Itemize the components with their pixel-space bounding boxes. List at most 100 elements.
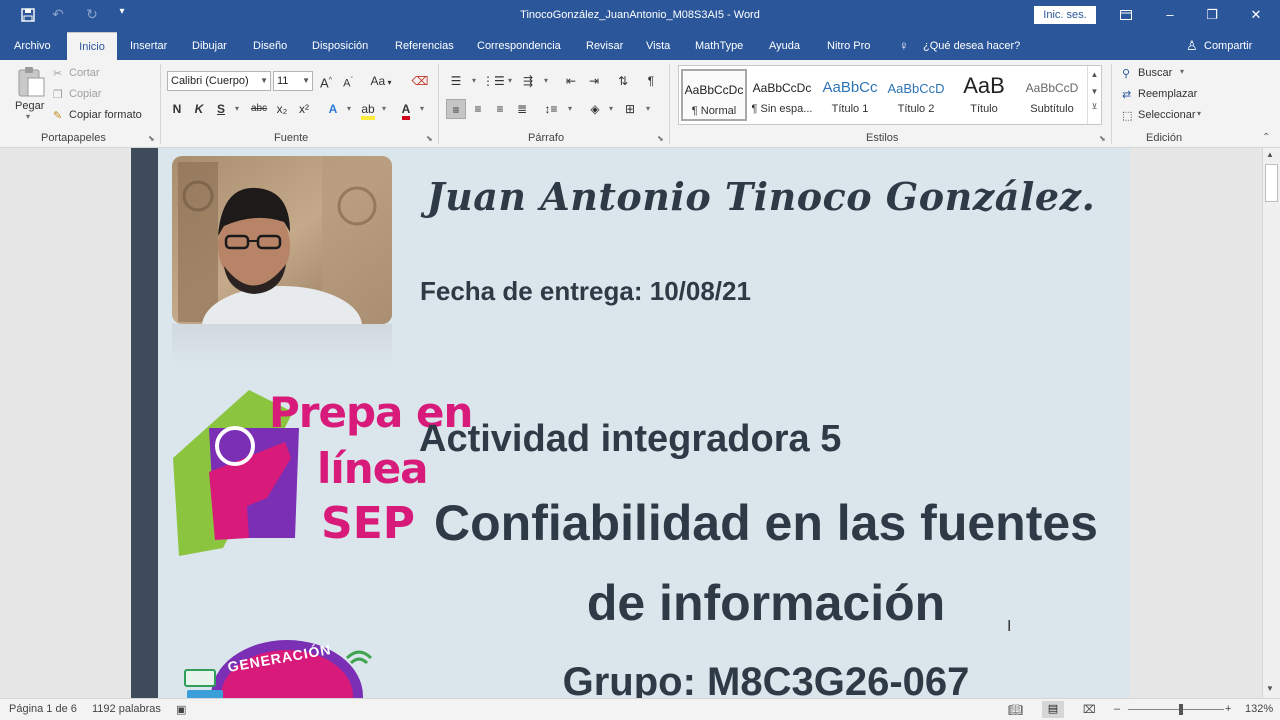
- vertical-scrollbar[interactable]: ▲ ▼: [1262, 148, 1280, 698]
- replace-button[interactable]: Reemplazar: [1138, 88, 1197, 100]
- sign-in-button[interactable]: Inic. ses.: [1034, 6, 1096, 24]
- collapse-ribbon-icon[interactable]: ⌃: [1262, 132, 1270, 143]
- shrink-font-button[interactable]: Aˇ: [338, 71, 358, 91]
- chevron-up-icon[interactable]: ▲: [1088, 70, 1101, 79]
- paragraph-launcher-icon[interactable]: ⬊: [657, 134, 664, 143]
- style-normal[interactable]: AaBbCcDc ¶ Normal: [681, 69, 747, 121]
- align-center-icon[interactable]: ≡: [468, 99, 488, 119]
- chevron-down-icon[interactable]: ▼: [1088, 87, 1101, 96]
- zoom-in-icon[interactable]: +: [1225, 703, 1231, 715]
- tab-disposicion[interactable]: Disposición: [312, 32, 368, 60]
- word-count[interactable]: 1192 palabras: [92, 703, 161, 715]
- select-button[interactable]: Seleccionar: [1138, 109, 1195, 121]
- font-name-combo[interactable]: Calibri (Cuerpo) ▼: [167, 71, 271, 91]
- borders-dropdown-icon[interactable]: ▾: [638, 99, 658, 119]
- font-color-dropdown-icon[interactable]: ▾: [412, 99, 432, 119]
- ribbon-display-options-icon[interactable]: [1112, 4, 1140, 26]
- read-mode-icon[interactable]: 📖︎: [1008, 703, 1023, 717]
- sort-icon[interactable]: ⇅: [613, 71, 633, 91]
- pilcrow-icon[interactable]: ¶: [641, 71, 661, 91]
- multilevel-dropdown-icon[interactable]: ▾: [536, 71, 556, 91]
- change-case-button[interactable]: Aa ▾: [366, 71, 396, 91]
- group-code[interactable]: Grupo: M8C3G26-067: [421, 660, 1111, 698]
- zoom-slider-thumb[interactable]: [1179, 704, 1183, 715]
- superscript-button[interactable]: x²: [294, 99, 314, 119]
- styles-launcher-icon[interactable]: ⬊: [1099, 134, 1106, 143]
- author-photo[interactable]: [172, 156, 392, 324]
- tab-revisar[interactable]: Revisar: [586, 32, 623, 60]
- style-heading-2[interactable]: AaBbCcD Título 2: [883, 69, 949, 121]
- multilevel-list-icon[interactable]: ⇶: [518, 71, 538, 91]
- style-title[interactable]: AaB Título: [951, 69, 1017, 121]
- tab-referencias[interactable]: Referencias: [395, 32, 454, 60]
- underline-dropdown-icon[interactable]: ▾: [227, 99, 247, 119]
- tab-ayuda[interactable]: Ayuda: [769, 32, 800, 60]
- document-title-line1[interactable]: Confiabilidad en las fuentes: [421, 494, 1111, 552]
- tab-nitro-pro[interactable]: Nitro Pro: [827, 32, 870, 60]
- style-heading-1[interactable]: AaBbCc Título 1: [817, 69, 883, 121]
- close-icon[interactable]: ✕: [1242, 4, 1270, 26]
- document-page[interactable]: Juan Antonio Tinoco González. Fecha de e…: [131, 148, 1130, 698]
- tab-diseno[interactable]: Diseño: [253, 32, 287, 60]
- minimize-icon[interactable]: –: [1156, 4, 1184, 26]
- tab-mathtype[interactable]: MathType: [695, 32, 743, 60]
- text-effects-dropdown-icon[interactable]: ▾: [339, 99, 359, 119]
- align-left-icon[interactable]: ≡: [446, 99, 466, 119]
- bullets-icon[interactable]: ☰: [446, 71, 466, 91]
- increase-indent-icon[interactable]: ⇥: [584, 71, 604, 91]
- style-no-spacing[interactable]: AaBbCcDc ¶ Sin espa...: [749, 69, 815, 121]
- print-layout-icon[interactable]: ▤: [1042, 701, 1064, 718]
- align-right-icon[interactable]: ≡: [490, 99, 510, 119]
- zoom-level[interactable]: 132%: [1245, 703, 1273, 715]
- italic-button[interactable]: K: [189, 99, 209, 119]
- clear-formatting-icon[interactable]: ⌫: [410, 71, 430, 91]
- tab-vista[interactable]: Vista: [646, 32, 670, 60]
- decrease-indent-icon[interactable]: ⇤: [561, 71, 581, 91]
- tab-dibujar[interactable]: Dibujar: [192, 32, 227, 60]
- font-launcher-icon[interactable]: ⬊: [426, 134, 433, 143]
- styles-scroll[interactable]: ▲ ▼ ⊻: [1087, 66, 1101, 124]
- proofing-icon[interactable]: ▣: [176, 703, 186, 716]
- paste-button[interactable]: Pegar: [15, 100, 44, 112]
- tell-me-search[interactable]: ¿Qué desea hacer?: [923, 32, 1020, 60]
- clipboard-launcher-icon[interactable]: ⬊: [148, 134, 155, 143]
- scroll-thumb[interactable]: [1265, 164, 1278, 202]
- cut-button[interactable]: Cortar: [69, 67, 100, 79]
- shading-dropdown-icon[interactable]: ▾: [601, 99, 621, 119]
- style-subtitle[interactable]: AaBbCcD Subtítulo: [1019, 69, 1085, 121]
- tab-inicio[interactable]: Inicio: [67, 32, 117, 60]
- bold-button[interactable]: N: [167, 99, 187, 119]
- format-painter-button[interactable]: Copiar formato: [69, 109, 142, 121]
- find-dropdown-icon[interactable]: ▾: [1180, 67, 1184, 76]
- numbering-icon[interactable]: ⋮☰: [482, 71, 505, 91]
- grow-font-button[interactable]: A^: [316, 71, 336, 91]
- line-spacing-icon[interactable]: ↕≡: [541, 99, 561, 119]
- tab-archivo[interactable]: Archivo: [14, 32, 51, 60]
- strikethrough-button[interactable]: abc: [249, 99, 269, 119]
- numbering-dropdown-icon[interactable]: ▾: [500, 71, 520, 91]
- bullets-dropdown-icon[interactable]: ▾: [464, 71, 484, 91]
- share-button[interactable]: Compartir: [1204, 32, 1252, 60]
- restore-icon[interactable]: ❐: [1198, 4, 1226, 26]
- subscript-button[interactable]: x₂: [272, 99, 292, 119]
- author-name[interactable]: Juan Antonio Tinoco González.: [421, 174, 1101, 219]
- tab-correspondencia[interactable]: Correspondencia: [477, 32, 561, 60]
- copy-button[interactable]: Copiar: [69, 88, 101, 100]
- activity-title[interactable]: Actividad integradora 5: [419, 418, 841, 461]
- highlight-dropdown-icon[interactable]: ▾: [374, 99, 394, 119]
- due-date[interactable]: Fecha de entrega: 10/08/21: [420, 276, 751, 307]
- justify-icon[interactable]: ≣: [512, 99, 532, 119]
- font-size-combo[interactable]: 11 ▼: [273, 71, 313, 91]
- page-count[interactable]: Página 1 de 6: [9, 703, 77, 715]
- paste-dropdown-icon[interactable]: ▾: [26, 112, 30, 121]
- line-spacing-dropdown-icon[interactable]: ▾: [560, 99, 580, 119]
- more-styles-icon[interactable]: ⊻: [1088, 102, 1101, 111]
- select-dropdown-icon[interactable]: ▾: [1197, 109, 1201, 118]
- clipboard-icon[interactable]: [16, 66, 46, 98]
- find-button[interactable]: Buscar: [1138, 67, 1172, 79]
- scroll-down-icon[interactable]: ▼: [1266, 684, 1274, 693]
- zoom-out-icon[interactable]: –: [1114, 703, 1120, 715]
- scroll-up-icon[interactable]: ▲: [1266, 150, 1274, 159]
- borders-icon[interactable]: ⊞: [620, 99, 640, 119]
- zoom-slider[interactable]: [1128, 709, 1224, 710]
